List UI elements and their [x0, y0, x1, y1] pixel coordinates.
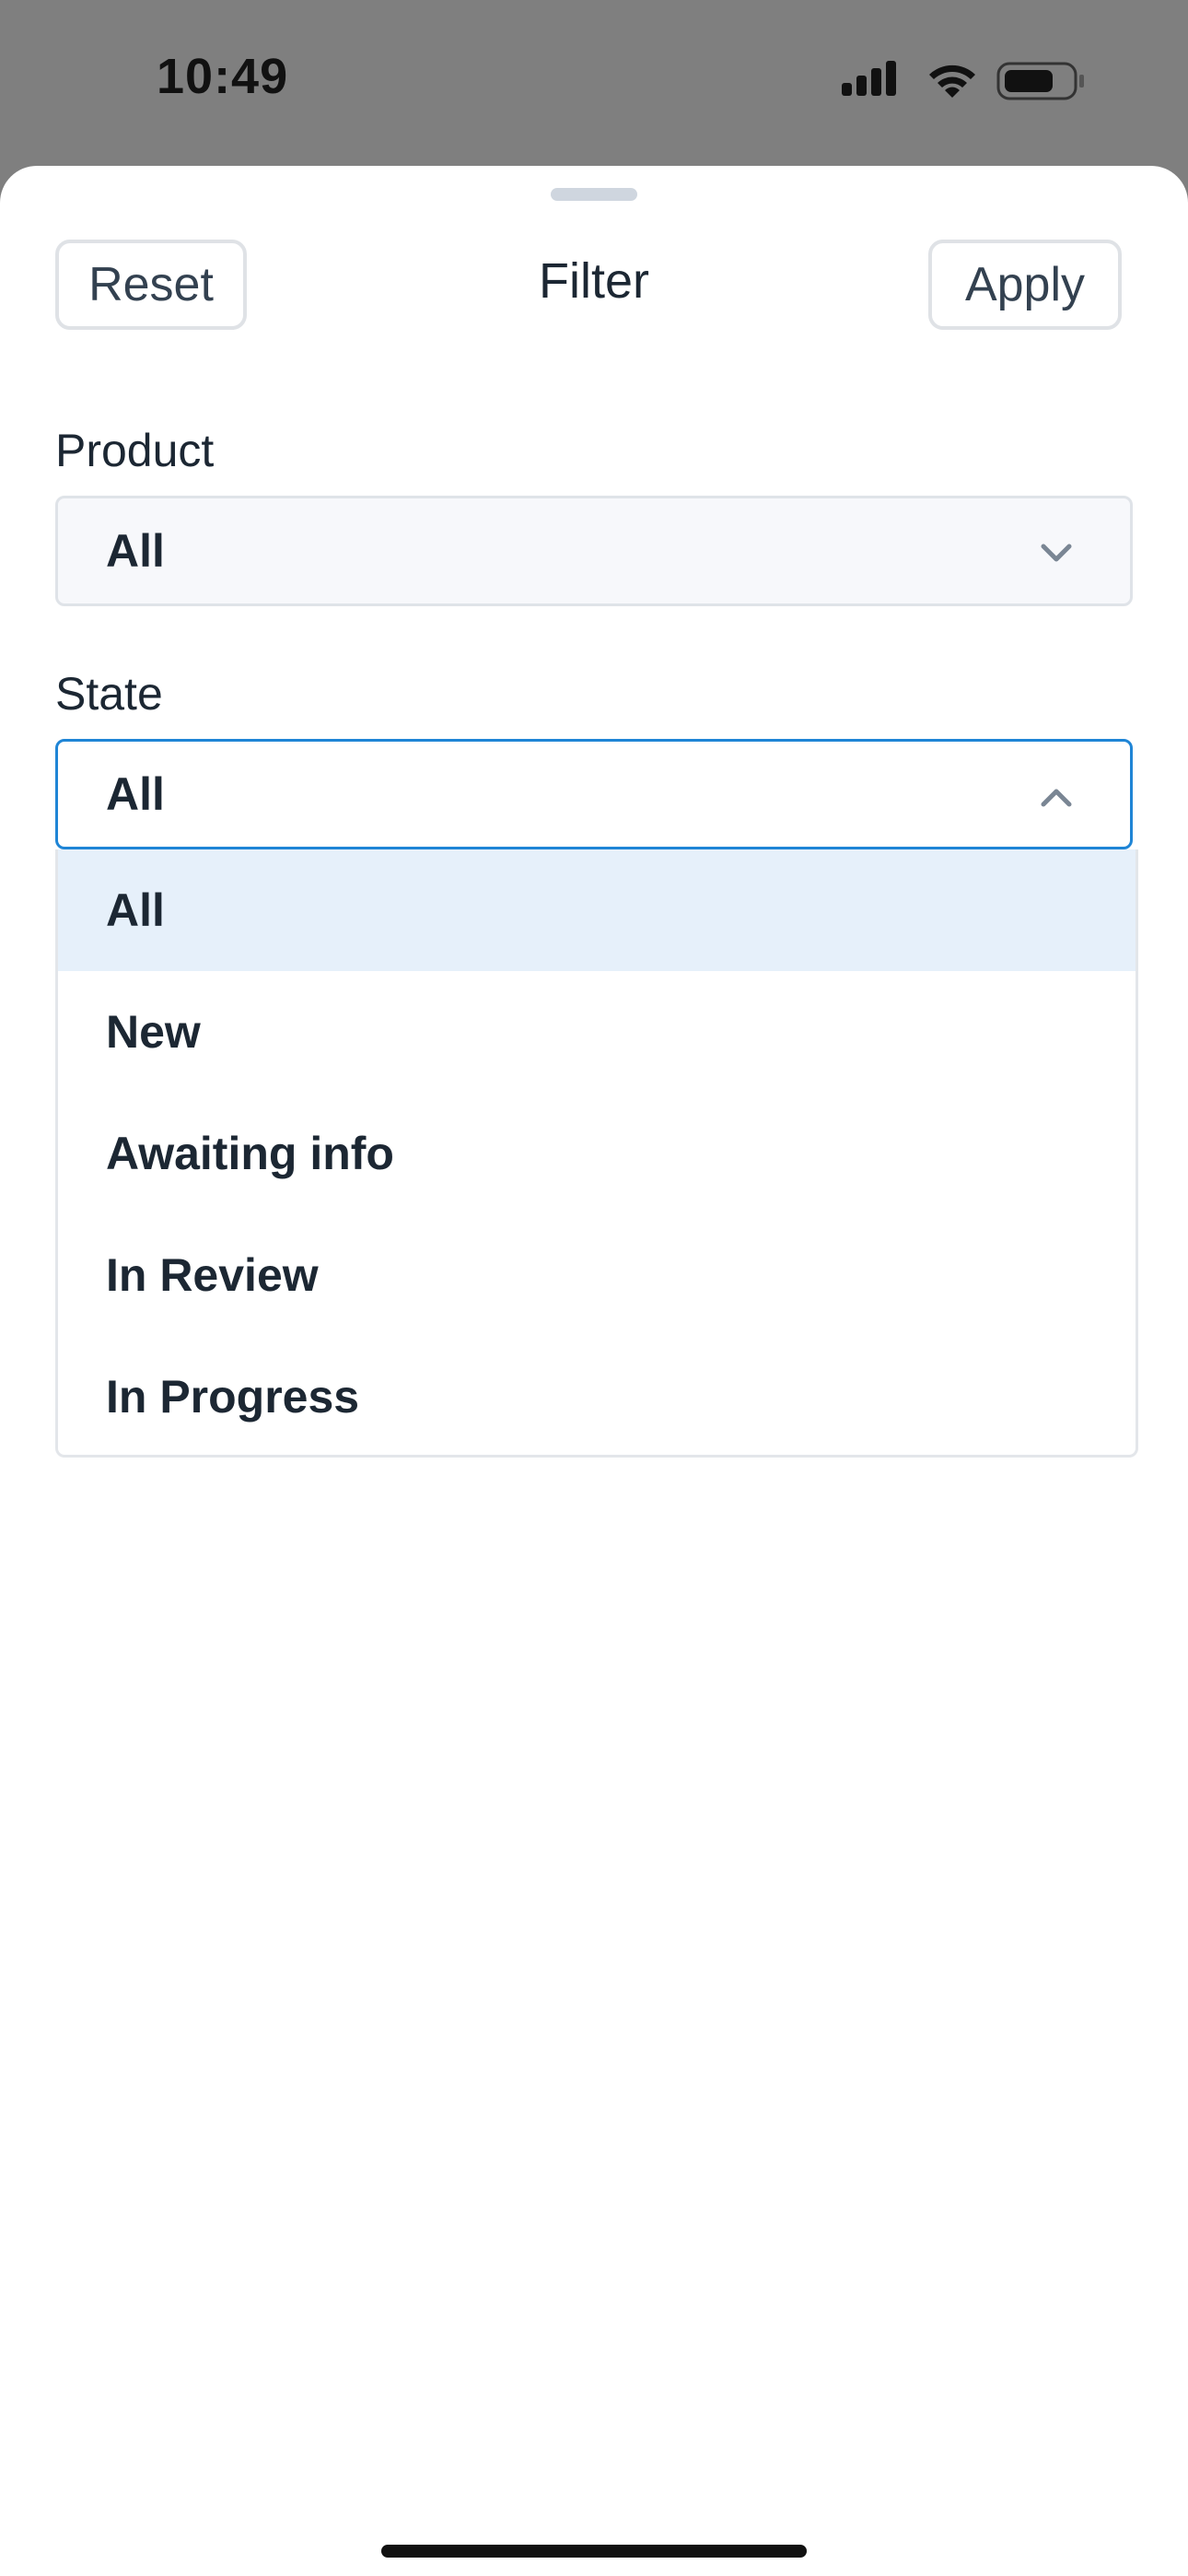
apply-button[interactable]: Apply [928, 240, 1122, 330]
state-select-value: All [106, 768, 165, 820]
filter-sheet: Reset Filter Apply Product All State All… [0, 166, 1188, 2576]
chevron-up-icon [1041, 789, 1072, 807]
battery-icon [996, 62, 1084, 100]
state-select[interactable]: All [55, 739, 1133, 849]
status-time: 10:49 [157, 49, 289, 104]
cellular-signal-icon [842, 61, 896, 96]
chevron-down-icon [1041, 544, 1072, 562]
state-dropdown-list: All New Awaiting info In Review In Progr… [55, 849, 1138, 1458]
product-select[interactable]: All [55, 496, 1133, 606]
state-option-all[interactable]: All [58, 849, 1136, 971]
product-label: Product [55, 425, 215, 476]
status-bar: 10:49 [0, 0, 1188, 166]
status-icons [840, 57, 1089, 105]
state-label: State [55, 668, 163, 720]
state-option-awaiting-info[interactable]: Awaiting info [58, 1093, 1136, 1214]
home-indicator [381, 2545, 807, 2558]
product-select-value: All [106, 525, 165, 577]
wifi-icon [929, 64, 975, 98]
state-option-in-review[interactable]: In Review [58, 1214, 1136, 1336]
sheet-grabber-handle[interactable] [551, 188, 637, 201]
state-option-new[interactable]: New [58, 971, 1136, 1093]
state-option-in-progress[interactable]: In Progress [58, 1336, 1136, 1455]
